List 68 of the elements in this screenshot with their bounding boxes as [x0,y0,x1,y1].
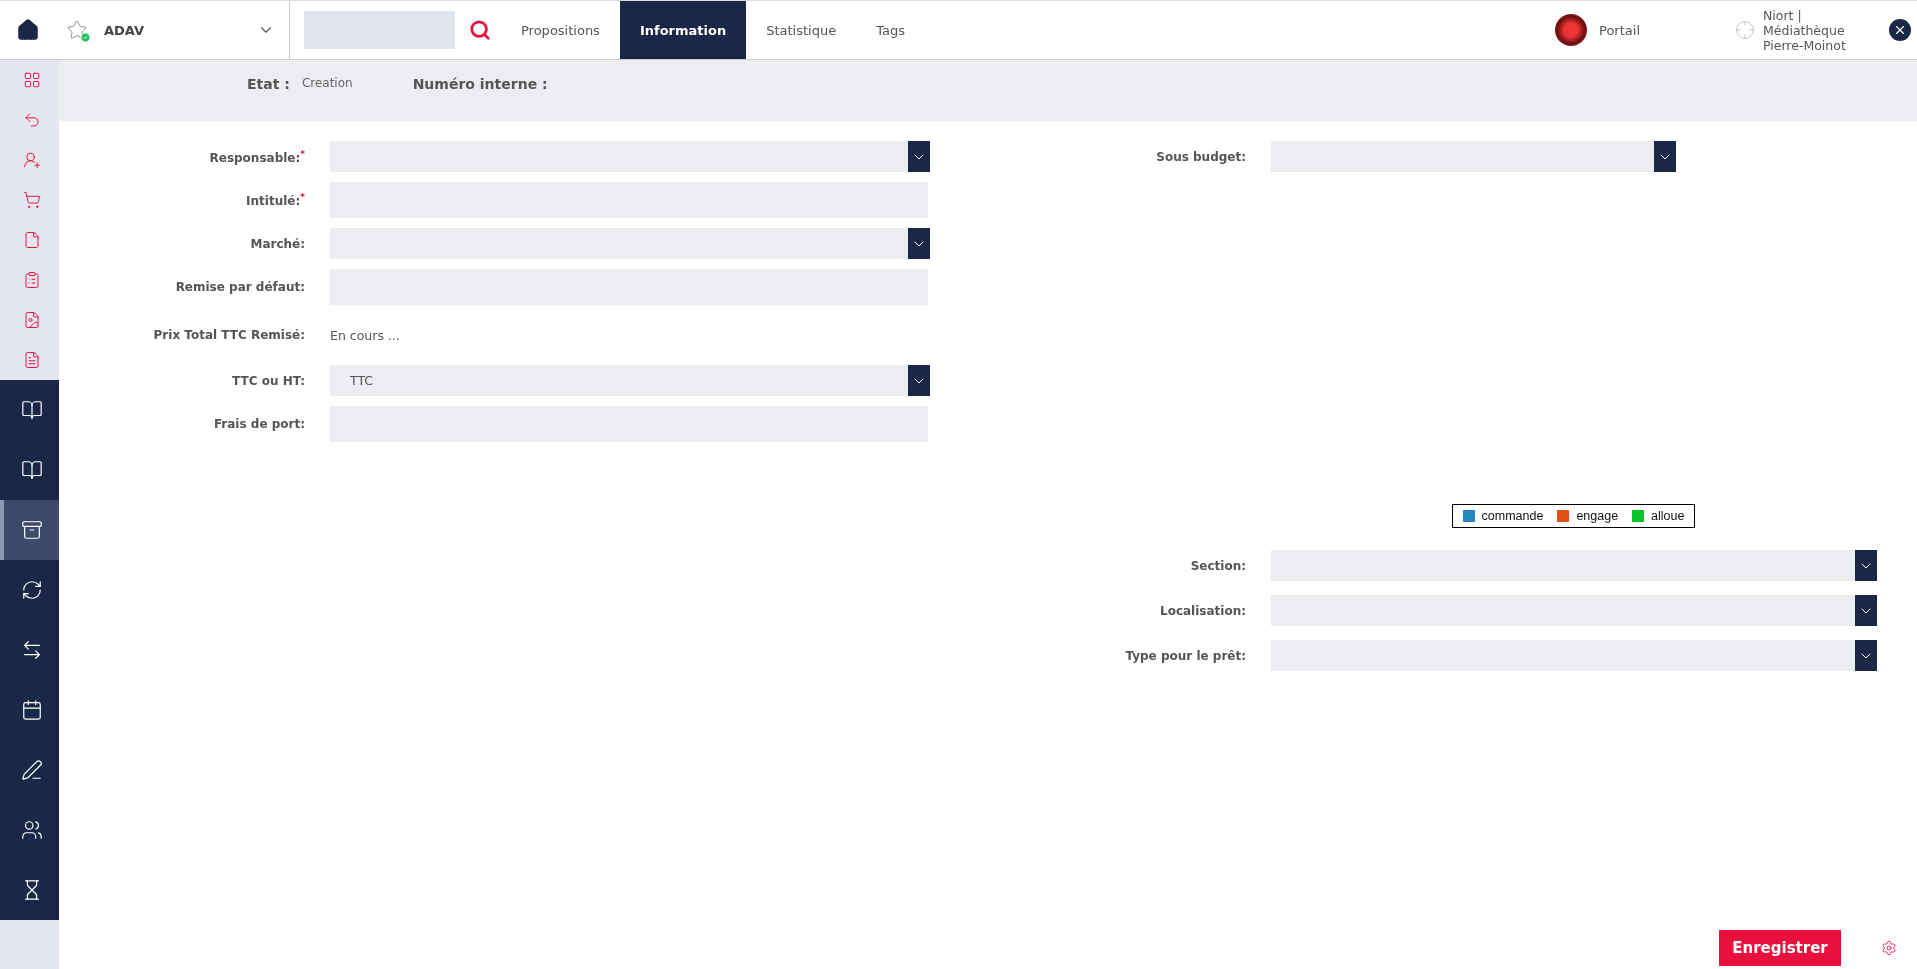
state-value: Creation [301,76,353,90]
refresh-icon [20,579,43,601]
field-label: TTC ou HT: [231,373,305,388]
state-label: Etat : [247,76,290,92]
select-field[interactable] [1271,550,1877,581]
field-label: Sous budget: [1155,149,1246,164]
users-icon [20,819,43,841]
text-file-icon [22,351,41,369]
field-label: Localisation: [1159,603,1246,618]
library-name: Niort | Médiathèque Pierre-Moinot [1763,7,1847,53]
select-field[interactable] [330,228,930,259]
sidebar-item[interactable] [0,560,59,620]
number-label: Numéro interne : [412,76,548,92]
close-icon [1893,23,1907,37]
select-field[interactable] [330,141,930,172]
save-button[interactable]: Enregistrer [1719,930,1841,966]
tab[interactable]: Propositions [501,1,620,59]
pen-icon [20,759,43,781]
undo-icon [22,111,41,129]
select-field[interactable] [1271,141,1676,172]
cover-thumbnail [1555,14,1588,46]
tab[interactable]: Tags [856,1,925,59]
book-icon [20,399,43,421]
legend-label: alloue [1651,509,1685,523]
search-field[interactable] [304,11,455,49]
sidebar-item[interactable] [0,440,59,500]
search-icon[interactable] [469,19,491,41]
image-file-icon [22,311,41,329]
document-icon [22,231,41,249]
chevron-down-icon [1855,550,1877,581]
legend-label: engage [1576,509,1619,523]
sidebar-item[interactable] [0,380,59,440]
portal-link[interactable]: Portail [1555,14,1640,46]
field-label: Frais de port: [212,417,305,431]
tab[interactable]: Information [619,1,747,59]
book-icon [20,459,43,481]
field-label: Prix Total TTC Remisé: [152,328,305,342]
tab[interactable]: Statistique [746,1,857,59]
sidebar-item[interactable] [0,860,59,920]
cart-icon [22,191,41,209]
settings-icon[interactable] [1881,940,1897,956]
legend-label: commande [1481,509,1544,523]
select-field[interactable] [1271,640,1877,671]
user-plus-icon [22,151,41,169]
archive-icon [20,519,43,541]
field-label: Remise par défaut: [174,280,305,294]
field-value: En cours ... [330,326,400,345]
chevron-down-icon [908,228,930,259]
grid-icon [22,71,41,89]
chevron-down-icon [908,141,930,172]
field-label: Section: [1189,558,1246,573]
select-field[interactable] [1271,595,1877,626]
chevron-down-icon [1855,640,1877,671]
field-label: Type pour le prêt: [1124,648,1246,663]
sidebar-item[interactable] [0,500,59,560]
chevron-down-icon [908,365,930,396]
close-button[interactable] [1889,19,1911,41]
chevron-down-icon [1855,595,1877,626]
account-name: ADAV [104,22,146,38]
select-field[interactable]: TTC [330,365,930,396]
chevron-down-icon [1654,141,1676,172]
home-icon[interactable] [16,18,40,42]
calendar-icon [20,699,43,721]
field-label: Intitulé:$^{*}$ [245,192,305,208]
field-label: Marché: [249,236,305,251]
field-label: Responsable:$^{*}$ [208,148,305,165]
crosshair-icon [1735,20,1755,40]
checklist-icon [22,271,41,289]
